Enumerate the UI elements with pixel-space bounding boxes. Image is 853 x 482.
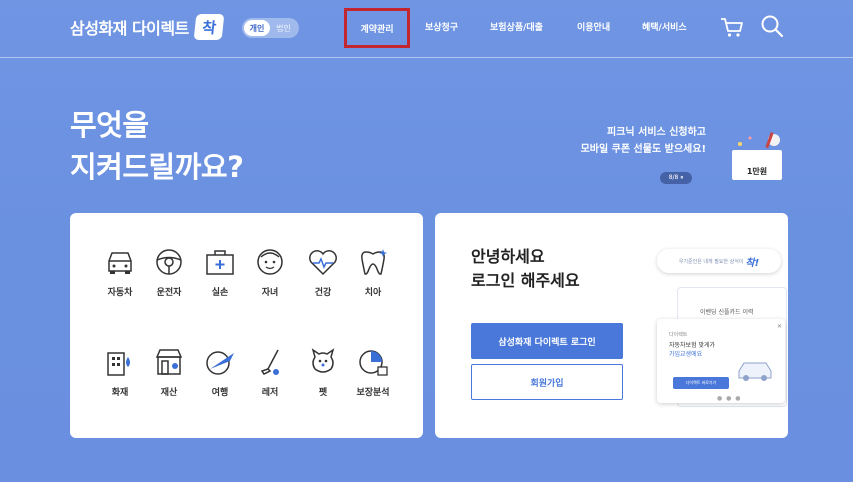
category-label: 실손 [211,288,229,298]
heart-pulse-icon [309,250,337,276]
category-health[interactable]: 건강 [297,247,349,298]
golf-icon [260,349,279,375]
store-icon [155,349,183,375]
greeting-line2: 로그인 해주세요 [471,271,580,290]
category-label: 화재 [111,388,129,398]
category-fire[interactable]: 화재 [94,347,146,398]
category-leisure[interactable]: 레저 [244,347,296,398]
login-card: 안녕하세요 로그인 해주세요 삼성화재 다이렉트 로그인 회원가입 이벤딩 신플… [435,213,788,438]
app-preview-back-text: 이벤딩 신플카드 이력 [700,309,754,316]
nav-benefits[interactable]: 혜택/서비스 [642,20,687,33]
logo[interactable]: 삼성화재 다이렉트 착 [70,14,225,40]
insurance-category-card: 자동차 운전자 실손 자녀 건강 치아 화재 재산 여행 레저 펫 보장분석 [70,213,423,438]
greeting-line1: 안녕하세요 [471,247,545,266]
car-illustration-icon [738,362,772,381]
logo-text: 삼성화재 다이렉트 [70,19,189,38]
app-preview-button: 다이렉트 바로가기 [673,377,729,389]
close-icon: ✕ [777,323,783,330]
category-coverage-analysis[interactable]: 보장분석 [347,347,399,398]
promo-line2: 모바일 쿠폰 선물도 받으세요! [580,144,706,155]
category-child[interactable]: 자녀 [244,247,296,298]
category-label: 재산 [160,388,178,398]
tooth-icon [361,249,387,275]
nav-claims[interactable]: 보상청구 [425,20,458,33]
toggle-corporate[interactable]: 법인 [270,23,297,34]
category-travel[interactable]: 여행 [194,347,246,398]
login-button[interactable]: 삼성화재 다이렉트 로그인 [471,323,623,359]
bubble-accent: 착! [745,257,760,269]
logo-badge: 착 [193,14,225,40]
nav-contract-management-label: 계약관리 [360,24,394,35]
app-preview-line1: 자동차보험 맞게가 [669,342,716,349]
category-label: 건강 [314,288,332,298]
hero-title: 무엇을 지켜드릴까요? [70,104,244,188]
bubble-text: 우기준인은 내게 필요한 상식이 [678,258,744,265]
child-face-icon [257,249,283,275]
category-pet[interactable]: 펫 [297,347,349,398]
app-preview-line2: 가입교생에요 [669,351,703,358]
category-property[interactable]: 재산 [143,347,195,398]
speech-bubble: 우기준인은 내게 필요한 상식이 착! [657,249,781,273]
category-label: 운전자 [156,288,182,298]
search-icon[interactable] [760,14,784,38]
app-preview-small-text: 다이렉트 [669,332,688,338]
cart-icon[interactable] [720,16,744,38]
category-label: 자녀 [261,288,279,298]
coupon-card: 1만원 [732,150,782,180]
category-label: 여행 [211,388,229,398]
category-medical[interactable]: 실손 [194,247,246,298]
toggle-personal[interactable]: 개인 [244,20,270,36]
nav-contract-management[interactable]: 계약관리 [344,8,410,48]
category-label: 자동차 [107,288,133,298]
building-fire-icon [107,352,130,376]
category-dental[interactable]: 치아 [347,247,399,298]
category-driver[interactable]: 운전자 [143,247,195,298]
app-preview-front: ✕ 다이렉트 자동차보험 맞게가 가입교생에요 다이렉트 바로가기 ● ● ● [657,319,785,403]
nav-usage-guide[interactable]: 이용안내 [577,20,610,33]
category-label: 보장분석 [356,388,390,398]
app-preview-heading: 자동차보험 맞게가 가입교생에요 [669,341,715,359]
login-greeting: 안녕하세요 로그인 해주세요 [471,245,580,293]
car-icon [108,252,132,274]
hero-title-line2: 지켜드릴까요? [70,150,244,184]
steering-wheel-icon [156,249,182,275]
plane-globe-icon [206,351,234,375]
join-button[interactable]: 회원가입 [471,364,623,400]
top-header: 삼성화재 다이렉트 착 개인 법인 계약관리 보상청구 보험상품/대출 이용안내… [0,0,853,58]
carousel-dots: ● ● ● [717,395,742,402]
promo-line1: 피크닉 서비스 신청하고 [607,127,706,138]
nav-insurance-products[interactable]: 보험상품/대출 [490,20,543,33]
first-aid-kit-icon [206,250,234,275]
hero-title-line1: 무엇을 [70,108,149,142]
category-label: 치아 [364,288,382,298]
promo-pager[interactable]: 8/8 ⏸ [660,172,692,184]
category-label: 레저 [261,388,279,398]
promo-banner[interactable]: 피크닉 서비스 신청하고 모바일 쿠폰 선물도 받으세요! [540,124,706,158]
pet-icon [311,348,335,373]
category-label: 펫 [318,388,328,398]
analysis-chart-icon [359,350,388,376]
customer-type-toggle[interactable]: 개인 법인 [242,18,299,38]
category-car[interactable]: 자동차 [94,247,146,298]
